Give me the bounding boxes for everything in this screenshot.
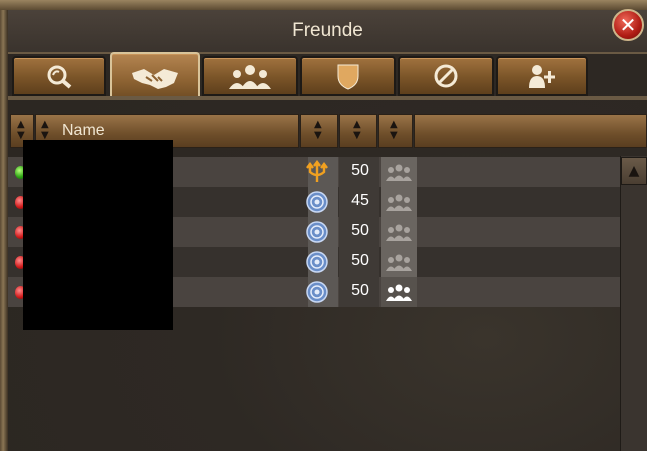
sort-arrows-icon: ▲ ▼ xyxy=(314,119,322,141)
window-frame-top xyxy=(0,0,647,10)
title-bar[interactable]: Freunde xyxy=(8,10,647,54)
header-filler xyxy=(414,114,647,148)
group-icon xyxy=(386,254,412,271)
group-icon xyxy=(229,65,271,89)
add-person-icon xyxy=(529,65,555,88)
sort-level-button[interactable]: ▲ ▼ xyxy=(339,114,377,148)
group-icon xyxy=(386,164,412,181)
sort-arrows-icon: ▲ ▼ xyxy=(353,119,361,141)
tab-friends[interactable] xyxy=(110,52,200,100)
friend-level: 50 xyxy=(351,222,369,239)
friend-level: 50 xyxy=(351,282,369,299)
scrollbar-track[interactable] xyxy=(620,156,647,451)
trident-emblem-icon xyxy=(304,160,330,184)
friend-level: 50 xyxy=(351,162,369,179)
blue-emblem-icon xyxy=(304,280,330,304)
triangle-up-icon: ▲ xyxy=(628,163,640,179)
tab-add-friend[interactable] xyxy=(496,56,588,96)
group-icon xyxy=(386,284,412,301)
tab-guild[interactable] xyxy=(300,56,396,96)
window-title: Freunde xyxy=(292,20,363,41)
window-frame-left xyxy=(0,0,8,451)
sort-arrows-icon: ▲ ▼ xyxy=(17,119,25,141)
close-button[interactable]: ✕ xyxy=(612,9,644,41)
group-icon xyxy=(386,224,412,241)
scroll-up-button[interactable]: ▲ xyxy=(621,157,647,185)
search-icon xyxy=(47,65,72,89)
group-invite-button[interactable] xyxy=(381,217,417,247)
group-invite-button[interactable] xyxy=(381,157,417,187)
tab-strip-divider xyxy=(8,96,647,100)
friends-window: Freunde ✕ ▲ ▼ ▲ ▼ Name ▲ ▼ ▲ ▼ ▲ ▼ 50 45… xyxy=(0,0,647,451)
blue-emblem-icon xyxy=(304,190,330,214)
tab-group[interactable] xyxy=(202,56,298,96)
group-invite-button[interactable] xyxy=(381,277,417,307)
handshake-icon xyxy=(132,69,178,89)
friend-level: 50 xyxy=(351,252,369,269)
block-icon xyxy=(434,64,458,88)
group-invite-button[interactable] xyxy=(381,247,417,277)
tab-search[interactable] xyxy=(12,56,106,96)
sort-arrows-icon: ▲ ▼ xyxy=(41,119,49,141)
sort-group-button[interactable]: ▲ ▼ xyxy=(378,114,413,148)
sort-arrows-icon: ▲ ▼ xyxy=(390,119,398,141)
friend-level: 45 xyxy=(351,192,369,209)
tab-ignore[interactable] xyxy=(398,56,494,96)
redacted-names xyxy=(23,140,105,330)
group-icon xyxy=(386,194,412,211)
blue-emblem-icon xyxy=(304,220,330,244)
sort-emblem-button[interactable]: ▲ ▼ xyxy=(300,114,338,148)
close-icon: ✕ xyxy=(619,13,637,37)
shield-icon xyxy=(337,64,359,90)
column-name-label: Name xyxy=(62,122,105,139)
group-invite-button[interactable] xyxy=(381,187,417,217)
blue-emblem-icon xyxy=(304,250,330,274)
